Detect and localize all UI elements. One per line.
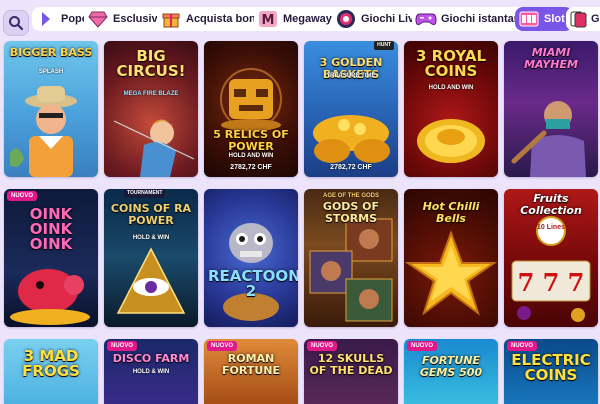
game-tile-big-circus[interactable]: BIG CIRCUS! MEGA FIRE BLAZE (104, 41, 198, 177)
diamond-icon (87, 8, 109, 30)
game-title: 3 ROYAL COINS (415, 47, 487, 80)
new-badge: NUOVO (7, 191, 38, 201)
game-tile-disco-farm[interactable]: NUOVO DISCO FARM HOLD & WIN (104, 339, 198, 404)
game-title: ELECTRIC COINS (511, 351, 591, 384)
game-subtitle: HOLD AND WIN (228, 153, 274, 159)
game-title: FORTUNE GEMS 500 (419, 354, 483, 379)
game-subtitle: HOLD AND WIN (428, 85, 474, 91)
new-badge: NUOVO (407, 341, 438, 351)
category-bar: Popolari Esclusivo Acquista bonus M Mega… (0, 0, 600, 40)
game-title: OINK OINK OINK (29, 205, 73, 253)
game-tile-3-golden-baskets[interactable]: HUNT 3 GOLDEN BASKETS TREASURE TIME 2782… (304, 41, 398, 177)
game-subtitle: 10 Lines (536, 224, 565, 231)
cards-icon (569, 8, 587, 30)
game-tile-fruits-collection[interactable]: 7 7 7 Fruits Collection 10 Lines (504, 189, 598, 327)
megaways-icon: M (257, 8, 279, 30)
jackpot-amount: 2782,72 CHF (330, 164, 372, 171)
game-tile-roman-fortune[interactable]: NUOVO ROMAN FORTUNE (204, 339, 298, 404)
alien-monster-illustration (223, 223, 279, 321)
game-tile-electric-coins[interactable]: NUOVO ELECTRIC COINS (504, 339, 598, 404)
jackpot-amount: 2782,72 CHF (230, 164, 272, 171)
category-label: Gi (591, 13, 600, 25)
game-subtitle: AGE OF THE GODS (322, 193, 379, 199)
live-icon (335, 8, 357, 30)
game-title: Hot Chilli Bells (422, 200, 480, 225)
game-title: 5 RELICS OF POWER (213, 128, 289, 153)
fisherman-illustration (10, 86, 77, 177)
game-subtitle: HOLD & WIN (132, 369, 170, 375)
game-tile-12-skulls-of-the-dead[interactable]: NUOVO 12 SKULLS OF THE DEAD (304, 339, 398, 404)
game-title: Fruits Collection (520, 192, 582, 217)
game-tile-3-royal-coins[interactable]: 3 ROYAL COINS HOLD AND WIN (404, 41, 498, 177)
search-icon (9, 16, 24, 31)
game-title: 3 MAD FROGS (22, 347, 80, 380)
search-button[interactable] (3, 10, 29, 36)
svg-text:7: 7 (518, 268, 535, 297)
tournament-badge: TOURNAMENT (124, 189, 166, 198)
game-title: BIGGER BASS (9, 46, 93, 59)
category-slot[interactable]: Slot (515, 7, 573, 31)
svg-text:M: M (262, 13, 275, 28)
new-badge: NUOVO (507, 341, 538, 351)
gamepad-icon (415, 8, 437, 30)
game-tile-gods-of-storms[interactable]: AGE OF THE GODS GODS OF STORMS (304, 189, 398, 327)
game-tile-5-relics-of-power[interactable]: 5 RELICS OF POWER HOLD AND WIN 2782,72 C… (204, 41, 298, 177)
slot-icon (518, 8, 540, 30)
game-subtitle: HOLD & WIN (132, 235, 170, 241)
game-title: REACTOONZ 2 (208, 267, 298, 300)
game-title: GODS OF STORMS (322, 200, 380, 225)
popular-icon (35, 8, 57, 30)
game-title: 12 SKULLS OF THE DEAD (309, 352, 393, 377)
game-tile-fortune-gems-500[interactable]: NUOVO FORTUNE GEMS 500 (404, 339, 498, 404)
category-label: Megaways (283, 13, 339, 25)
game-title: MIAMI MAYHEM (524, 46, 578, 71)
game-subtitle: MEGA FIRE BLAZE (123, 91, 179, 97)
new-badge: NUOVO (107, 341, 138, 351)
game-tile-reactoonz-2[interactable]: REACTOONZ 2 (204, 189, 298, 327)
new-badge: NUOVO (307, 341, 338, 351)
hunt-badge: HUNT (374, 41, 394, 50)
new-badge: NUOVO (207, 341, 238, 351)
game-tile-oink-oink-oink[interactable]: NUOVO OINK OINK OINK (4, 189, 98, 327)
game-tile-hot-chilli-bells[interactable]: Hot Chilli Bells (404, 189, 498, 327)
game-title: COINS OF RA POWER (110, 202, 192, 227)
game-tile-miami-mayhem[interactable]: MIAMI MAYHEM (504, 41, 598, 177)
svg-text:7: 7 (543, 268, 560, 297)
game-subtitle: SPLASH (38, 69, 64, 75)
svg-text:7: 7 (568, 268, 585, 297)
gift-icon (160, 8, 182, 30)
game-tile-coins-of-ra-power[interactable]: TOURNAMENT COINS OF RA POWER HOLD & WIN (104, 189, 198, 327)
game-title: ROMAN FORTUNE (222, 352, 280, 377)
game-title: DISCO FARM (112, 352, 190, 365)
game-title: BIG CIRCUS! (116, 47, 186, 80)
game-tile-bigger-bass[interactable]: BIGGER BASS SPLASH (4, 41, 98, 177)
category-label: Slot (544, 13, 565, 25)
game-subtitle: TREASURE TIME (326, 73, 376, 79)
game-tile-3-mad-frogs[interactable]: 3 MAD FROGS (4, 339, 98, 404)
category-more[interactable]: Gi (566, 7, 600, 31)
